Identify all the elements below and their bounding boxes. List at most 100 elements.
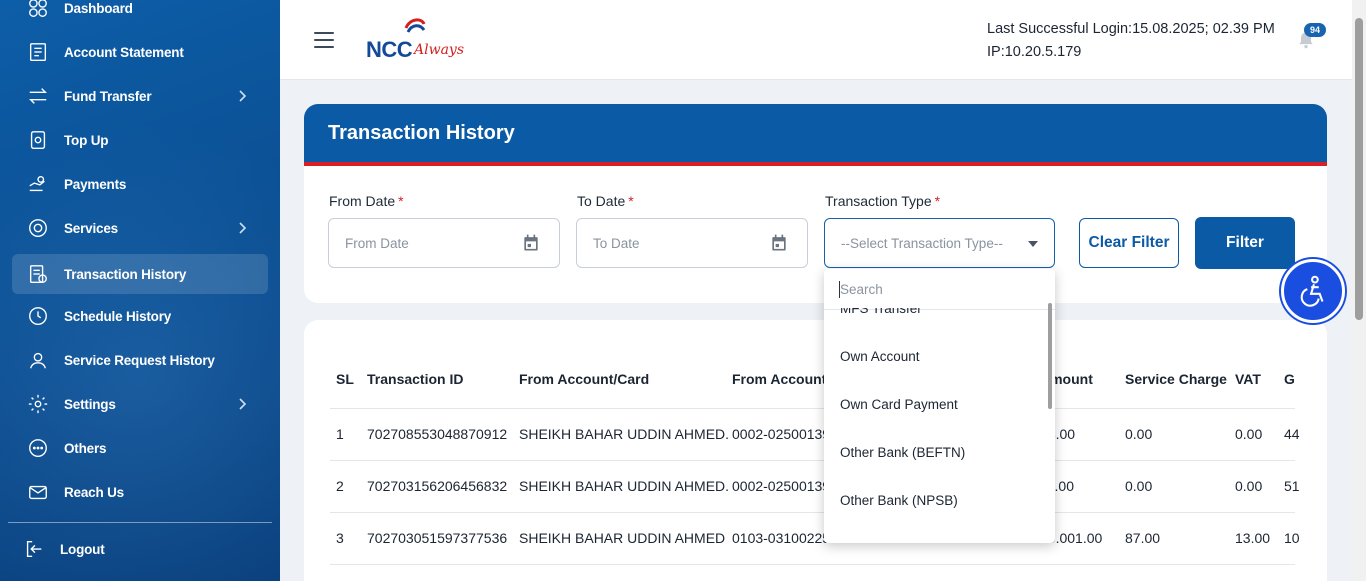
sidebar-item-label: Others xyxy=(64,440,107,456)
to-date-label: To Date * xyxy=(577,193,634,209)
last-login-text: Last Successful Login:15.08.2025; 02.39 … xyxy=(987,21,1275,37)
logo-script: Always xyxy=(414,42,465,58)
row-divider xyxy=(330,564,1295,565)
dropdown-search-input[interactable]: Search xyxy=(824,269,1055,310)
page-scrollbar-thumb[interactable] xyxy=(1355,18,1363,320)
cell-service-charge: 87.00 xyxy=(1125,530,1161,546)
logo-text: NCC xyxy=(366,37,413,62)
ip-text: IP:10.20.5.179 xyxy=(987,44,1082,60)
logo-mark xyxy=(404,18,426,33)
cell-sl: 2 xyxy=(336,478,344,494)
calendar-icon[interactable] xyxy=(521,233,541,253)
cell-g: 51 xyxy=(1284,478,1300,494)
sidebar: Dashboard Account Statement Fund Transfe… xyxy=(0,0,280,581)
logout-icon xyxy=(22,537,46,561)
sidebar-item-label: Service Request History xyxy=(64,352,215,368)
sidebar-item-transaction-history[interactable]: Transaction History xyxy=(12,254,268,294)
to-date-field[interactable]: To Date xyxy=(576,218,808,268)
more-icon xyxy=(26,436,50,460)
sidebar-item-label: Schedule History xyxy=(64,308,172,324)
logout-label: Logout xyxy=(60,541,105,557)
dropdown-search-placeholder: Search xyxy=(840,282,883,297)
column-header[interactable]: VAT xyxy=(1235,371,1261,387)
row-divider xyxy=(330,512,1295,513)
notification-badge[interactable]: 94 xyxy=(1304,23,1326,37)
row-divider xyxy=(330,460,1295,461)
page-title: Transaction History xyxy=(328,122,515,144)
logout-button[interactable]: Logout xyxy=(8,529,264,569)
sidebar-item-label: Services xyxy=(64,220,118,236)
dashboard-icon xyxy=(26,0,50,20)
dropdown-scrollbar[interactable] xyxy=(1048,303,1052,409)
row-divider xyxy=(330,408,1295,409)
sidebar-item-schedule-history[interactable]: Schedule History xyxy=(12,296,268,336)
sidebar-item-others[interactable]: Others xyxy=(12,428,268,468)
cell-sl: 1 xyxy=(336,426,344,442)
sidebar-item-label: Account Statement xyxy=(64,44,184,60)
sidebar-divider xyxy=(8,522,272,523)
column-header[interactable]: SL xyxy=(336,371,354,387)
cell-vat: 0.00 xyxy=(1235,426,1263,442)
sidebar-item-label: Settings xyxy=(64,396,116,412)
topup-icon xyxy=(26,128,50,152)
sidebar-item-label: Dashboard xyxy=(64,0,133,16)
dropdown-option[interactable]: Own Account xyxy=(840,349,920,364)
dropdown-option[interactable]: Other Bank (BEFTN) xyxy=(840,445,965,460)
column-header[interactable]: Transaction ID xyxy=(367,371,463,387)
sidebar-item-top-up[interactable]: Top Up xyxy=(12,120,268,160)
history-icon xyxy=(26,262,50,286)
card-header: Transaction History xyxy=(304,104,1327,166)
chevron-right-icon xyxy=(234,88,250,104)
cell-vat: 13.00 xyxy=(1235,530,1271,546)
cell-transaction-id: 702708553048870912 xyxy=(367,426,508,442)
cell-from-account: 0002-02500139 xyxy=(732,426,831,442)
column-header[interactable]: From Account/ xyxy=(732,371,830,387)
chevron-right-icon xyxy=(234,396,250,412)
services-icon xyxy=(26,216,50,240)
brand-logo[interactable]: NCC Always xyxy=(366,16,466,66)
transaction-type-label: Transaction Type * xyxy=(825,193,941,209)
from-date-placeholder: From Date xyxy=(345,236,409,251)
sidebar-item-label: Top Up xyxy=(64,132,109,148)
from-date-label: From Date * xyxy=(329,193,404,209)
sidebar-item-service-request-history[interactable]: Service Request History xyxy=(12,340,268,380)
sidebar-item-dashboard[interactable]: Dashboard xyxy=(12,0,268,28)
sidebar-item-account-statement[interactable]: Account Statement xyxy=(12,32,268,72)
calendar-icon[interactable] xyxy=(769,233,789,253)
transfer-icon xyxy=(26,84,50,108)
dropdown-option[interactable]: Other Bank (NPSB) xyxy=(840,493,958,508)
column-header[interactable]: From Account/Card xyxy=(519,371,649,387)
filter-button[interactable]: Filter xyxy=(1195,217,1295,269)
transaction-type-select[interactable]: --Select Transaction Type-- xyxy=(824,218,1055,268)
sidebar-item-fund-transfer[interactable]: Fund Transfer xyxy=(12,76,268,116)
payments-icon xyxy=(26,172,50,196)
sidebar-item-services[interactable]: Services xyxy=(12,208,268,248)
column-header[interactable]: Service Charge xyxy=(1125,371,1227,387)
cell-from-name: SHEIKH BAHAR UDDIN AHMED. xyxy=(519,426,730,442)
cell-transaction-id: 702703051597377536 xyxy=(367,530,508,546)
dropdown-option[interactable]: Own Card Payment xyxy=(840,397,958,412)
cell-vat: 0.00 xyxy=(1235,478,1263,494)
menu-toggle-icon[interactable] xyxy=(314,32,334,48)
accessibility-icon xyxy=(1300,275,1324,307)
sidebar-item-settings[interactable]: Settings xyxy=(12,384,268,424)
transactions-table: SL Transaction ID From Account/Card From… xyxy=(304,320,1327,581)
clear-filter-button[interactable]: Clear Filter xyxy=(1079,218,1179,268)
clock-icon xyxy=(26,304,50,328)
statement-icon xyxy=(26,40,50,64)
to-date-placeholder: To Date xyxy=(593,236,640,251)
sidebar-item-payments[interactable]: Payments xyxy=(12,164,268,204)
top-header: NCC Always Last Successful Login:15.08.2… xyxy=(280,0,1352,80)
cell-g: 10 xyxy=(1284,530,1300,546)
sidebar-item-label: Reach Us xyxy=(64,484,124,500)
sidebar-item-reach-us[interactable]: Reach Us xyxy=(12,472,268,512)
gear-icon xyxy=(26,392,50,416)
cell-g: 44 xyxy=(1284,426,1300,442)
transaction-type-placeholder: --Select Transaction Type-- xyxy=(841,236,1003,251)
column-header[interactable]: G xyxy=(1284,371,1295,387)
request-icon xyxy=(26,348,50,372)
accessibility-button[interactable] xyxy=(1281,259,1345,323)
from-date-field[interactable]: From Date xyxy=(328,218,560,268)
chevron-down-icon xyxy=(1028,241,1038,247)
cell-from-name: SHEIKH BAHAR UDDIN AHMED. xyxy=(519,478,730,494)
